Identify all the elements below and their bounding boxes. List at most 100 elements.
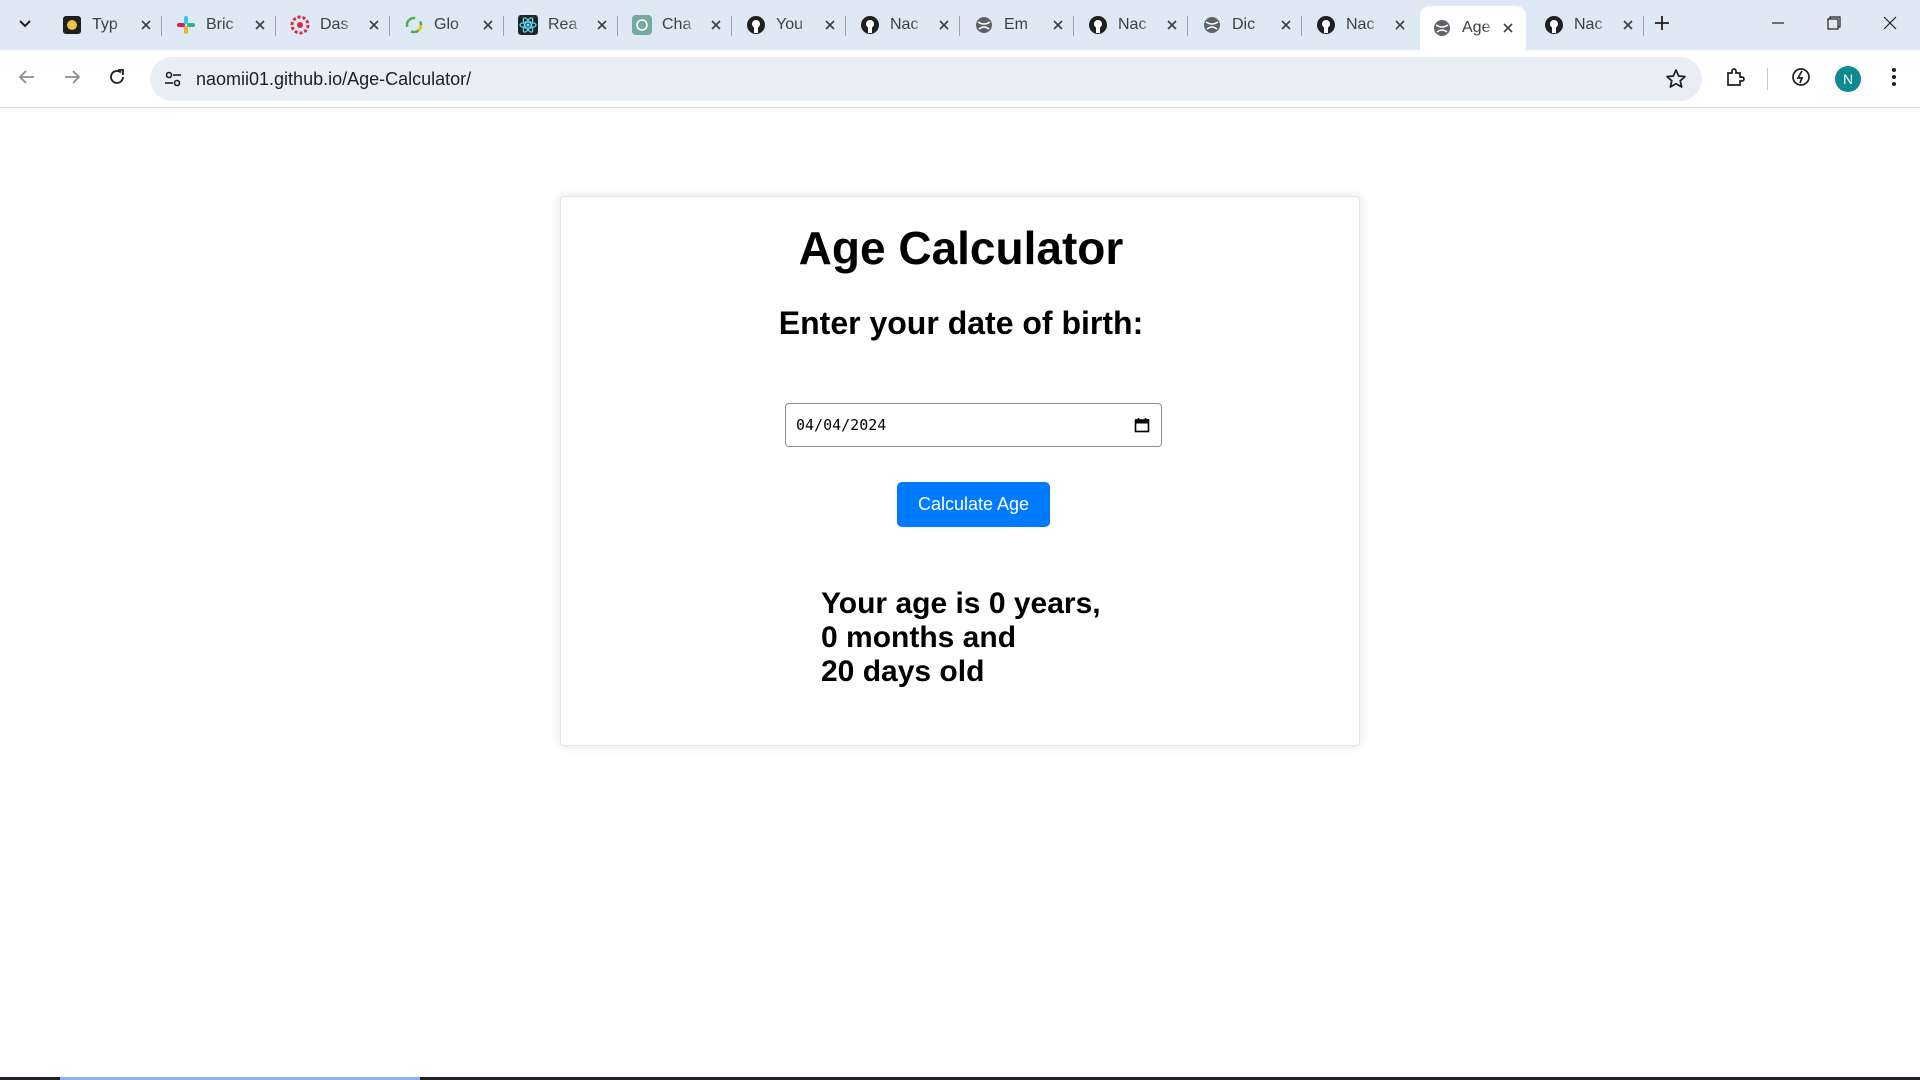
- arrow-right-icon: [63, 68, 81, 91]
- calculate-age-button[interactable]: Calculate Age: [897, 482, 1050, 527]
- tab-title: Typ: [92, 16, 118, 33]
- tab-globe[interactable]: Em: [962, 8, 1076, 42]
- close-icon[interactable]: [1618, 15, 1638, 35]
- close-icon[interactable]: [1390, 15, 1410, 35]
- address-bar[interactable]: naomii01.github.io/Age-Calculator/: [150, 57, 1702, 101]
- tab-typing[interactable]: Typ: [50, 8, 164, 42]
- tab-search-button[interactable]: [10, 11, 40, 39]
- tab-title: Nac: [1346, 16, 1375, 33]
- tab-separator: [845, 16, 846, 36]
- kebab-menu-icon: [1891, 67, 1897, 92]
- tab-title: Em: [1004, 16, 1028, 33]
- tab-github[interactable]: Nac: [1532, 8, 1646, 42]
- tab-separator: [1073, 16, 1074, 36]
- tab-github[interactable]: Nac: [848, 8, 962, 42]
- browser-menu-button[interactable]: [1879, 64, 1909, 94]
- back-button[interactable]: [9, 61, 45, 97]
- restore-icon: [1827, 15, 1841, 35]
- close-icon[interactable]: [364, 15, 384, 35]
- tab-separator: [1187, 16, 1188, 36]
- url-text[interactable]: naomii01.github.io/Age-Calculator/: [196, 57, 471, 101]
- github-icon: [746, 15, 766, 35]
- result-line: Your age is 0 years,: [821, 587, 1101, 620]
- close-icon[interactable]: [1048, 15, 1068, 35]
- tab-separator: [1301, 16, 1302, 36]
- tab-title: Nac: [1118, 16, 1147, 33]
- tab-slack[interactable]: Bric: [164, 8, 278, 42]
- new-tab-button[interactable]: [1648, 11, 1676, 39]
- tab-title: Glo: [434, 16, 459, 33]
- close-window-button[interactable]: [1862, 0, 1918, 50]
- tab-separator: [161, 16, 162, 36]
- minimize-icon: [1771, 16, 1785, 35]
- tab-github[interactable]: Nac: [1076, 8, 1190, 42]
- tab-title: Nac: [1574, 16, 1603, 33]
- globe-icon: [1202, 15, 1222, 35]
- result-line: 0 months and: [821, 621, 1017, 654]
- github-icon: [1316, 15, 1336, 35]
- close-icon[interactable]: [934, 15, 954, 35]
- age-calculator-card: Age Calculator Enter your date of birth:…: [560, 196, 1360, 746]
- browser-toolbar: naomii01.github.io/Age-Calculator/ N: [0, 50, 1920, 108]
- calendar-icon[interactable]: [1133, 416, 1151, 434]
- page-title: Age Calculator: [798, 222, 1124, 274]
- close-icon: [1883, 16, 1897, 35]
- tab-dashboard[interactable]: Das: [278, 8, 392, 42]
- react-icon: [518, 15, 538, 35]
- plus-icon: [1654, 15, 1670, 36]
- tab-chatgpt[interactable]: Cha: [620, 8, 734, 42]
- date-of-birth-input[interactable]: 04/04/2024: [785, 403, 1162, 447]
- tab-title: Das: [320, 16, 349, 33]
- tab-globe[interactable]: Dic: [1190, 8, 1304, 42]
- close-icon[interactable]: [820, 15, 840, 35]
- tab-title: Dic: [1232, 16, 1256, 33]
- performance-button[interactable]: [1786, 64, 1816, 94]
- result-line: 20 days old: [821, 655, 985, 688]
- tab-age-calculator[interactable]: Age: [1420, 6, 1526, 50]
- close-icon[interactable]: [706, 15, 726, 35]
- github-icon: [1544, 15, 1564, 35]
- chevron-down-icon: [18, 16, 32, 35]
- globe-loader-icon: [404, 15, 424, 35]
- date-value: 04/04/2024: [796, 416, 887, 434]
- tab-globe-loader[interactable]: Glo: [392, 8, 506, 42]
- age-result: Your age is 0 years, 0 months and 20 day…: [821, 587, 1141, 689]
- typing-site-icon: [62, 15, 82, 35]
- reload-button[interactable]: [99, 61, 135, 97]
- bookmark-star-icon[interactable]: [1664, 67, 1688, 91]
- dashboard-icon: [290, 15, 310, 35]
- tab-title: Rea: [548, 16, 578, 33]
- restore-button[interactable]: [1806, 0, 1862, 50]
- close-icon[interactable]: [1498, 18, 1518, 38]
- page-content: Age Calculator Enter your date of birth:…: [0, 109, 1920, 1080]
- close-icon[interactable]: [592, 15, 612, 35]
- date-of-birth-prompt: Enter your date of birth:: [778, 305, 1144, 341]
- github-icon: [1088, 15, 1108, 35]
- speed-icon: [1790, 66, 1812, 93]
- tab-github[interactable]: Nac: [1304, 8, 1418, 42]
- profile-avatar[interactable]: N: [1835, 66, 1861, 92]
- close-icon[interactable]: [478, 15, 498, 35]
- close-icon[interactable]: [1162, 15, 1182, 35]
- minimize-button[interactable]: [1750, 0, 1806, 50]
- forward-button[interactable]: [54, 61, 90, 97]
- tab-separator: [731, 16, 732, 36]
- close-icon[interactable]: [250, 15, 270, 35]
- close-icon[interactable]: [136, 15, 156, 35]
- site-settings-icon[interactable]: [160, 66, 186, 92]
- globe-icon: [974, 15, 994, 35]
- tab-separator: [503, 16, 504, 36]
- tab-react[interactable]: Rea: [506, 8, 620, 42]
- extensions-button[interactable]: [1720, 64, 1750, 94]
- chatgpt-icon: [632, 15, 652, 35]
- toolbar-separator: [1767, 68, 1768, 90]
- close-icon[interactable]: [1276, 15, 1296, 35]
- tab-separator: [389, 16, 390, 36]
- tab-github[interactable]: You: [734, 8, 848, 42]
- tab-strip: Typ Bric Das Glo Rea Cha You Nac Em Nac …: [0, 0, 1920, 50]
- tab-separator: [959, 16, 960, 36]
- tab-separator: [617, 16, 618, 36]
- tab-title: Bric: [206, 16, 234, 33]
- slack-icon: [176, 15, 196, 35]
- tab-title: Nac: [890, 16, 919, 33]
